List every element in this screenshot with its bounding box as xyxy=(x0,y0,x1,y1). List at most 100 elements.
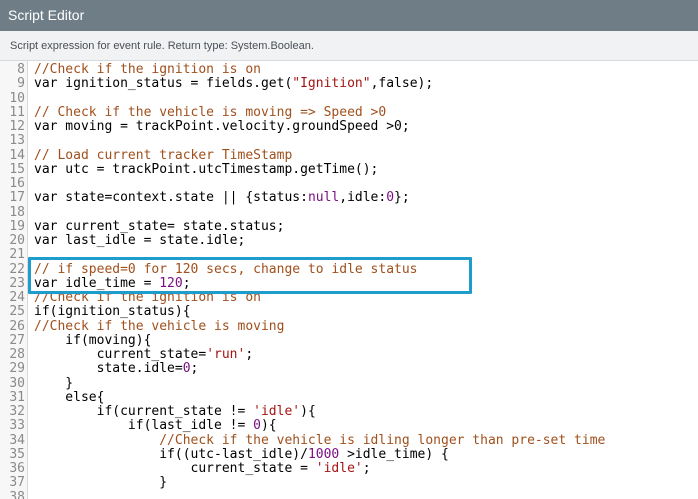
line-number: 28 xyxy=(9,347,25,362)
code-line[interactable]: 24 //Check if the ignition is on xyxy=(0,290,698,305)
code-text: if(ignition_status){ xyxy=(34,305,191,319)
code-lines: 8 //Check if the ignition is on 9 var ignit… xyxy=(0,62,698,499)
code-token: ){ xyxy=(300,404,316,419)
code-text: var ignition_status = fields.get("Igniti… xyxy=(34,77,433,91)
line-number: 25 xyxy=(9,304,25,320)
code-token: var moving = trackPoint.velocity.groundS… xyxy=(34,119,410,134)
line-number: 36 xyxy=(9,461,25,476)
code-token: if(moving){ xyxy=(34,332,152,348)
code-line[interactable]: 14 // Load current tracker TimeStamp xyxy=(0,147,698,163)
code-line[interactable]: 32 if(current_state != 'idle'){ xyxy=(0,404,698,419)
code-line[interactable]: 23 var idle_time = 120; xyxy=(0,275,698,291)
code-text: } xyxy=(34,476,167,490)
return-type-info: Script expression for event rule. Return… xyxy=(0,31,698,61)
window-title: Script Editor xyxy=(0,0,698,31)
code-text: var last_idle = state.idle; xyxy=(34,233,245,248)
line-number: 9 xyxy=(17,76,25,92)
code-line[interactable]: 34 //Check if the vehicle is idling long… xyxy=(0,433,698,448)
code-line[interactable]: 20 var last_idle = state.idle; xyxy=(0,233,698,248)
line-number: 38 xyxy=(9,489,25,499)
code-line[interactable]: 11 // Check if the vehicle is moving => S… xyxy=(0,104,698,120)
code-text: var moving = trackPoint.velocity.groundS… xyxy=(34,119,410,134)
code-token: var ignition_status = fields.get( xyxy=(34,76,293,92)
code-line[interactable]: 28 current_state='run'; xyxy=(0,347,698,362)
code-line[interactable]: 36 current_state = 'idle'; xyxy=(0,461,698,476)
line-number: 16 xyxy=(9,176,25,191)
line-number: 35 xyxy=(9,446,25,462)
code-text: } xyxy=(34,376,73,391)
code-line[interactable]: 17 var state=context.state || {status:nul… xyxy=(0,190,698,206)
code-text: var state=context.state || {status:null,… xyxy=(34,191,410,205)
code-token: 0 xyxy=(386,190,395,206)
line-number: 32 xyxy=(9,404,25,419)
code-text: if(current_state != 'idle'){ xyxy=(34,404,316,419)
code-text: //Check if the ignition is on xyxy=(34,62,261,77)
code-token: // Check if the vehicle is moving => Spe… xyxy=(34,104,387,120)
code-line[interactable]: 8 //Check if the ignition is on xyxy=(0,62,698,77)
line-number: 24 xyxy=(9,290,25,305)
code-token: var current_state= state.status; xyxy=(34,218,285,234)
line-number: 30 xyxy=(9,375,25,391)
code-token: //Check if the ignition is on xyxy=(34,290,261,305)
code-token: ,idle: xyxy=(339,190,387,206)
code-line[interactable]: 19 var current_state= state.status; xyxy=(0,218,698,234)
code-token: if(current_state != xyxy=(34,404,254,419)
line-number: 37 xyxy=(9,475,25,491)
code-text: var idle_time = 120; xyxy=(34,275,191,291)
code-text: state.idle=0; xyxy=(34,361,199,377)
code-token: 0 xyxy=(253,418,261,434)
code-token: // Load current tracker TimeStamp xyxy=(34,147,293,163)
code-line[interactable]: 21 xyxy=(0,247,698,262)
code-line[interactable]: 18 xyxy=(0,205,698,220)
line-number: 19 xyxy=(9,218,25,234)
code-token: //Check if the vehicle is moving xyxy=(34,318,285,334)
code-token: var state=context.state || {status: xyxy=(34,190,308,206)
code-line[interactable]: 38 xyxy=(0,489,698,499)
code-line[interactable]: 26 //Check if the vehicle is moving xyxy=(0,318,698,334)
line-number: 33 xyxy=(9,418,25,434)
line-number: 27 xyxy=(9,332,25,348)
code-token: "Ignition" xyxy=(292,76,371,92)
code-token: current_state = xyxy=(34,461,316,476)
code-token: }; xyxy=(394,190,410,206)
code-line[interactable]: 27 if(moving){ xyxy=(0,332,698,348)
code-text: //Check if the vehicle is moving xyxy=(34,318,285,334)
code-text: //Check if the vehicle is idling longer … xyxy=(34,433,605,448)
line-number: 14 xyxy=(9,147,25,163)
code-line[interactable]: 33 if(last_idle != 0){ xyxy=(0,418,698,434)
code-line[interactable]: 37 } xyxy=(0,475,698,491)
code-token: var utc = trackPoint.utcTimestamp.getTim… xyxy=(34,161,379,177)
code-token: ; xyxy=(362,461,371,476)
code-line[interactable]: 25 if(ignition_status){ xyxy=(0,304,698,320)
code-token: var idle_time = xyxy=(34,275,160,291)
code-token: else{ xyxy=(34,389,105,405)
code-token: ){ xyxy=(260,418,277,434)
code-line[interactable]: 35 if((utc-last_idle)/1000 >idle_time) { xyxy=(0,446,698,462)
code-line[interactable]: 30 } xyxy=(0,375,698,391)
code-text: // Check if the vehicle is moving => Spe… xyxy=(34,104,387,120)
code-token: null xyxy=(307,190,340,206)
code-line[interactable]: 9 var ignition_status = fields.get("Ignit… xyxy=(0,76,698,92)
code-editor[interactable]: 8 //Check if the ignition is on 9 var ignit… xyxy=(0,61,698,499)
code-token: //Check if the ignition is on xyxy=(34,62,261,77)
code-line[interactable]: 22 // if speed=0 for 120 secs, change to … xyxy=(0,262,698,277)
code-text: if(last_idle != 0){ xyxy=(34,419,277,433)
code-token: 1000 xyxy=(307,446,340,462)
code-text: else{ xyxy=(34,389,105,405)
code-line[interactable]: 10 xyxy=(0,91,698,106)
code-token: ,false); xyxy=(370,76,434,92)
code-text: var current_state= state.status; xyxy=(34,218,285,234)
line-number: 17 xyxy=(9,190,25,206)
code-line[interactable]: 13 xyxy=(0,133,698,148)
line-number: 8 xyxy=(17,62,25,77)
code-token: ; xyxy=(245,347,254,362)
code-line[interactable]: 29 state.idle=0; xyxy=(0,361,698,377)
code-token: state.idle= xyxy=(34,361,183,377)
code-line[interactable]: 15 var utc = trackPoint.utcTimestamp.getT… xyxy=(0,161,698,177)
code-line[interactable]: 31 else{ xyxy=(0,389,698,405)
code-line[interactable]: 16 xyxy=(0,176,698,191)
code-text: current_state = 'idle'; xyxy=(34,461,371,476)
code-token: } xyxy=(34,475,168,491)
code-token: if(last_idle != xyxy=(34,418,254,434)
code-line[interactable]: 12 var moving = trackPoint.velocity.groun… xyxy=(0,119,698,134)
